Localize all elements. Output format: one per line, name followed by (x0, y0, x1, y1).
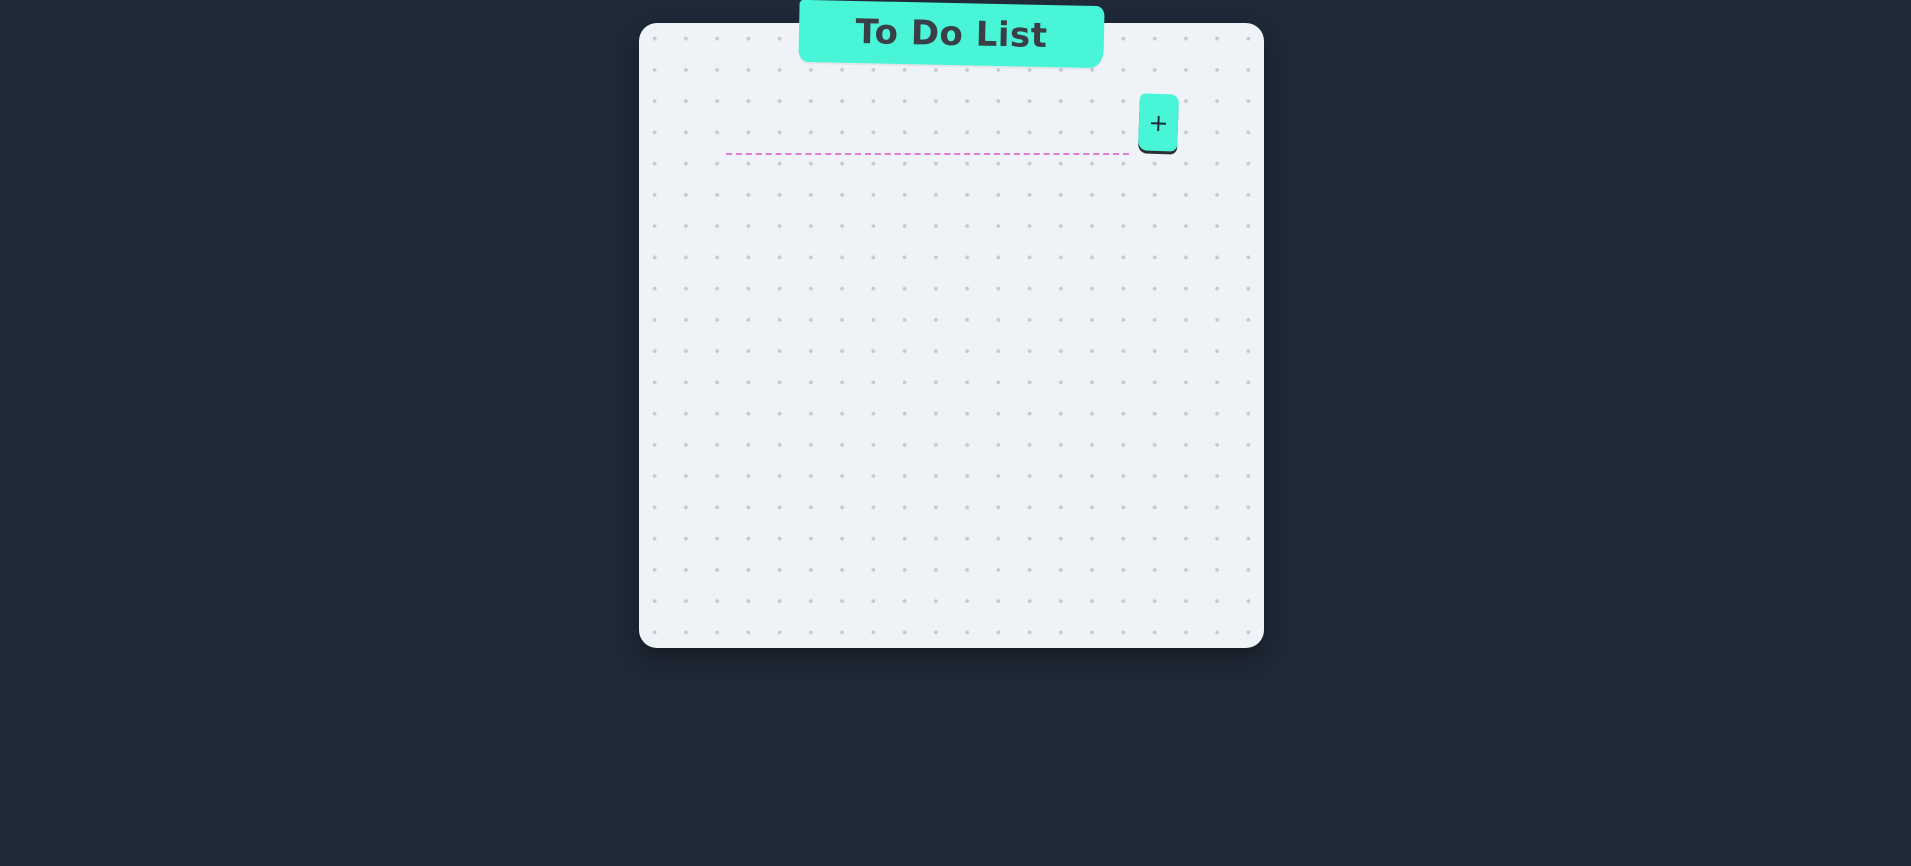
page-title: To Do List (855, 11, 1048, 57)
title-banner: To Do List (798, 0, 1105, 69)
plus-icon: + (1147, 108, 1170, 137)
new-task-input[interactable] (726, 108, 1133, 154)
input-underline (726, 153, 1129, 155)
add-task-button[interactable]: + (1138, 93, 1179, 152)
